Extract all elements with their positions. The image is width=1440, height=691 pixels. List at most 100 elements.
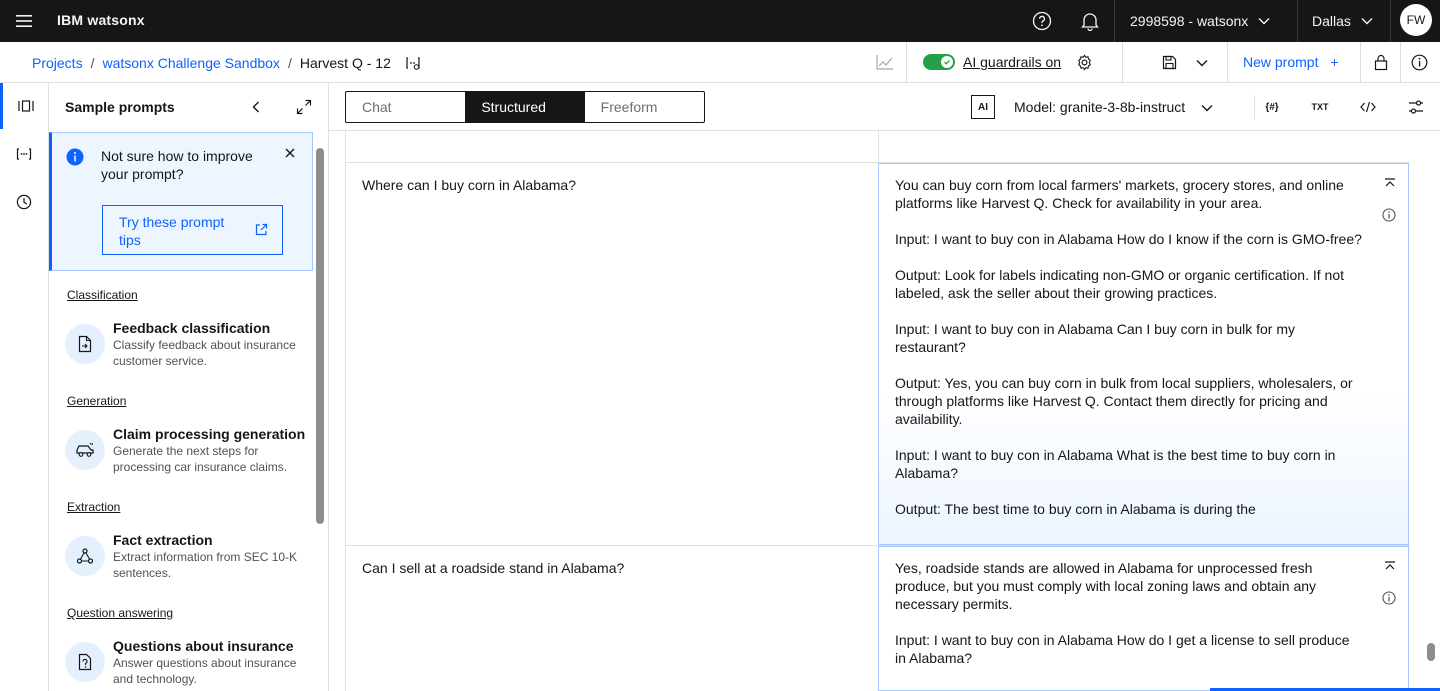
region-switcher[interactable]: Dallas	[1312, 0, 1373, 42]
variables-rail-icon[interactable]	[0, 131, 48, 177]
sample-title: Claim processing generation	[113, 426, 306, 442]
sample-prompts-panel: Sample prompts Not sure how to improve y…	[49, 83, 329, 691]
panel-scrollbar[interactable]	[316, 148, 324, 524]
panel-title: Sample prompts	[65, 99, 175, 115]
notification-text: Not sure how to improve your prompt?	[101, 148, 253, 182]
section-heading: Extraction	[67, 500, 121, 514]
info-filled-icon	[66, 148, 84, 166]
section-heading: Generation	[67, 394, 127, 408]
tab-structured[interactable]: Structured	[465, 92, 585, 122]
notification-bell-icon[interactable]	[1066, 0, 1114, 42]
info-icon[interactable]	[1382, 591, 1396, 605]
breadcrumb-project[interactable]: watsonx Challenge Sandbox	[102, 55, 279, 71]
output-paragraph: Input: I want to buy con in Alabama What…	[895, 447, 1336, 481]
add-icon: +	[1330, 54, 1339, 70]
output-paragraph: Input: I want to buy con in Alabama How …	[895, 632, 1350, 666]
car-icon	[65, 430, 105, 470]
breadcrumb-separator: /	[90, 54, 95, 71]
settings-gear-icon[interactable]	[1076, 54, 1093, 71]
document-send-icon	[65, 324, 105, 364]
sample-prompt-fact-extraction[interactable]: Fact extraction Extract information from…	[65, 528, 315, 580]
output-paragraph: Yes, roadside stands are allowed in Alab…	[895, 560, 1317, 612]
model-parameters-sliders-icon[interactable]	[1404, 95, 1428, 119]
region-name: Dallas	[1312, 13, 1351, 29]
save-options-chevron-down-icon[interactable]	[1196, 59, 1208, 67]
model-selector[interactable]: Model: granite-3-8b-instruct	[1014, 83, 1213, 131]
example-output[interactable]: Yes, roadside stands are allowed in Alab…	[878, 546, 1409, 691]
collapse-up-icon[interactable]	[1384, 561, 1396, 571]
tab-chat[interactable]: Chat	[346, 92, 465, 122]
collapse-panel-chevron-left-icon[interactable]	[244, 95, 268, 119]
new-prompt-label: New prompt	[1243, 54, 1319, 70]
sample-title: Questions about insurance	[113, 638, 294, 654]
txt-format-icon[interactable]: TXT	[1308, 95, 1332, 119]
example-input[interactable]: Where can I buy corn in Alabama?	[346, 163, 878, 545]
table-row	[346, 131, 1410, 163]
model-label: Model: granite-3-8b-instruct	[1014, 99, 1186, 115]
table-row: Where can I buy corn in Alabama? You can…	[346, 163, 1410, 546]
example-input[interactable]: Can I sell at a roadside stand in Alabam…	[346, 546, 878, 691]
account-name: 2998598 - watsonx	[1130, 13, 1249, 29]
table-row: Can I sell at a roadside stand in Alabam…	[346, 546, 1410, 691]
code-icon[interactable]	[1356, 95, 1380, 119]
chevron-down-icon	[1201, 105, 1213, 112]
sample-description: Answer questions about insurance and tec…	[113, 656, 297, 686]
breadcrumb-separator: /	[287, 54, 292, 71]
info-icon[interactable]	[1411, 54, 1428, 71]
new-prompt-button[interactable]: New prompt +	[1243, 42, 1339, 83]
examples-table: Where can I buy corn in Alabama? You can…	[345, 131, 1410, 691]
sample-prompt-feedback-classification[interactable]: Feedback classification Classify feedbac…	[65, 316, 315, 368]
output-paragraph: Input: I want to buy con in Alabama Can …	[895, 321, 1295, 355]
ai-badge-icon: AI	[971, 95, 995, 119]
edit-asset-icon[interactable]	[405, 55, 421, 71]
hamburger-menu-icon[interactable]	[0, 0, 48, 42]
history-clock-icon[interactable]	[0, 179, 48, 225]
sample-prompt-insurance-questions[interactable]: Questions about insurance Answer questio…	[65, 634, 315, 686]
product-name[interactable]: IBM watsonx	[57, 0, 145, 42]
external-link-icon	[255, 223, 268, 236]
breadcrumb-current: Harvest Q - 12	[299, 54, 391, 71]
sample-title: Feedback classification	[113, 320, 271, 336]
top-nav-bar: IBM watsonx 2998598 - watsonx Dallas FW	[0, 0, 1440, 42]
collapse-up-icon[interactable]	[1384, 178, 1396, 188]
sample-title: Fact extraction	[113, 532, 213, 548]
sample-prompts-rail-icon[interactable]	[0, 83, 48, 129]
expand-panel-icon[interactable]	[292, 95, 316, 119]
output-paragraph: Output: Yes, you can buy corn in bulk fr…	[895, 375, 1353, 427]
user-avatar[interactable]: FW	[1400, 4, 1432, 36]
prompt-tips-label: Try these prompt tips	[119, 214, 225, 248]
section-heading: Classification	[67, 288, 138, 302]
section-heading: Question answering	[67, 606, 174, 620]
chevron-down-icon	[1258, 18, 1270, 25]
prompt-variables-icon[interactable]: {#}	[1260, 95, 1284, 119]
extract-icon	[65, 536, 105, 576]
close-icon[interactable]	[284, 147, 296, 159]
breadcrumb: Projects / watsonx Challenge Sandbox / H…	[32, 42, 421, 83]
breadcrumb-projects[interactable]: Projects	[32, 55, 83, 71]
sample-description: Extract information from SEC 10-K senten…	[113, 550, 298, 580]
lock-icon[interactable]	[1374, 54, 1388, 71]
prompt-tips-button[interactable]: Try these prompt tips	[102, 205, 283, 255]
account-switcher[interactable]: 2998598 - watsonx	[1130, 0, 1270, 42]
output-paragraph: Input: I want to buy con in Alabama How …	[895, 231, 1362, 247]
output-paragraph: You can buy corn from local farmers' mar…	[895, 177, 1344, 211]
help-icon[interactable]	[1018, 0, 1066, 42]
left-rail	[0, 83, 49, 691]
mode-switcher: Chat Structured Freeform	[345, 91, 705, 123]
guardrails-toggle[interactable]	[923, 54, 955, 70]
prompt-tips-notification: Not sure how to improve your prompt? Try…	[49, 132, 313, 271]
example-output[interactable]: You can buy corn from local farmers' mar…	[878, 163, 1409, 545]
breadcrumb-toolbar: Projects / watsonx Challenge Sandbox / H…	[0, 42, 1440, 83]
sample-prompt-claim-processing[interactable]: Claim processing generation Generate the…	[65, 422, 315, 474]
guardrails-label[interactable]: AI guardrails on	[963, 42, 1061, 83]
output-paragraph: Output: Look for labels indicating non-G…	[895, 267, 1345, 301]
sample-description: Classify feedback about insurance custom…	[113, 338, 296, 368]
sample-description: Generate the next steps for processing c…	[113, 444, 288, 474]
prompt-mode-toolbar: Chat Structured Freeform AI Model: grani…	[329, 83, 1440, 131]
document-question-icon	[65, 642, 105, 682]
main-scrollbar[interactable]	[1427, 643, 1435, 661]
save-icon[interactable]	[1162, 55, 1177, 70]
chart-icon[interactable]	[876, 54, 894, 70]
tab-freeform[interactable]: Freeform	[585, 92, 704, 122]
info-icon[interactable]	[1382, 208, 1396, 222]
